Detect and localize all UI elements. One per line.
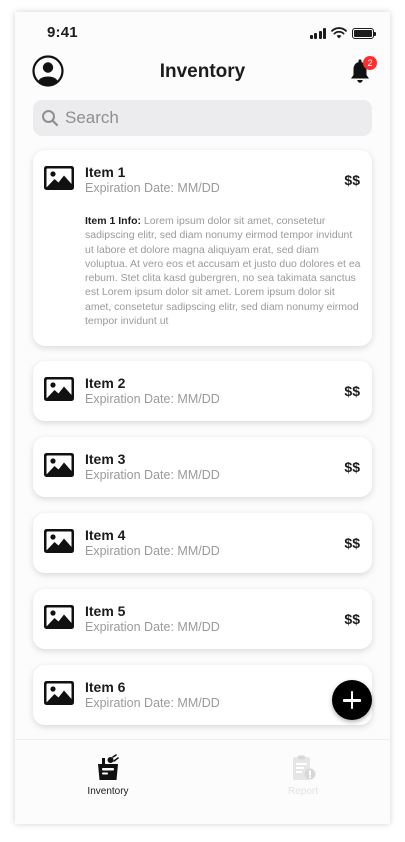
item-info: Item 1 Info: Lorem ipsum dolor sit amet,…: [85, 214, 361, 328]
item-price: $$: [344, 535, 360, 551]
tab-label: Inventory: [87, 786, 129, 797]
list-item-header: Item 4 Expiration Date: MM/DD $$: [33, 513, 372, 573]
image-placeholder-icon: [44, 605, 74, 629]
list-item-header: Item 5 Expiration Date: MM/DD $$: [33, 589, 372, 649]
list-item[interactable]: Item 4 Expiration Date: MM/DD $$: [33, 513, 372, 573]
add-item-button[interactable]: [332, 680, 372, 720]
item-name: Item 1: [85, 164, 126, 180]
search-bar[interactable]: [33, 100, 372, 136]
image-placeholder-icon: [44, 453, 74, 477]
notifications-button[interactable]: 2: [348, 56, 377, 86]
tab-bar: Inventory Report: [15, 739, 390, 824]
cellular-signal-icon: [309, 27, 326, 39]
item-expiration: Expiration Date: MM/DD: [85, 696, 220, 710]
image-placeholder-icon: [44, 529, 74, 553]
tab-inventory[interactable]: Inventory: [68, 754, 148, 797]
list-item-header: Item 6 Expiration Date: MM/DD $$: [33, 665, 372, 725]
nav-bar: Inventory 2: [15, 54, 390, 92]
item-name: Item 6: [85, 679, 126, 695]
item-info-text: Lorem ipsum dolor sit amet, consetetur s…: [85, 215, 361, 328]
report-clipboard-icon: [293, 755, 316, 780]
list-item[interactable]: Item 1 Expiration Date: MM/DD $$ Item 1 …: [33, 150, 372, 346]
item-name: Item 4: [85, 527, 126, 543]
item-name: Item 5: [85, 603, 126, 619]
list-item[interactable]: Item 2 Expiration Date: MM/DD $$: [33, 361, 372, 421]
tab-report[interactable]: Report: [263, 754, 343, 797]
list-item-header: Item 2 Expiration Date: MM/DD $$: [33, 361, 372, 421]
list-item-header: Item 1 Expiration Date: MM/DD $$: [33, 150, 372, 210]
item-expiration: Expiration Date: MM/DD: [85, 620, 220, 634]
list-item[interactable]: Item 3 Expiration Date: MM/DD $$: [33, 437, 372, 497]
status-icons: [309, 27, 376, 39]
wifi-icon: [331, 27, 347, 39]
search-input[interactable]: [65, 108, 355, 128]
item-name: Item 3: [85, 451, 126, 467]
status-bar: 9:41: [15, 12, 390, 56]
phone-screen: 9:41 Inventory 2 Search Item 1 Expiratio…: [15, 12, 390, 824]
image-placeholder-icon: [44, 681, 74, 705]
item-expiration: Expiration Date: MM/DD: [85, 468, 220, 482]
item-expiration: Expiration Date: MM/DD: [85, 181, 220, 195]
item-expiration: Expiration Date: MM/DD: [85, 392, 220, 406]
item-info-label: Item 1 Info:: [85, 215, 142, 227]
item-price: $$: [344, 383, 360, 399]
image-placeholder-icon: [44, 166, 74, 190]
status-time: 9:41: [47, 24, 78, 41]
grocery-bag-icon: [98, 754, 119, 780]
item-expiration: Expiration Date: MM/DD: [85, 544, 220, 558]
list-item-header: Item 3 Expiration Date: MM/DD $$: [33, 437, 372, 497]
tab-label: Report: [287, 786, 318, 797]
list-item[interactable]: Item 6 Expiration Date: MM/DD $$: [33, 665, 372, 725]
notification-badge: 2: [363, 56, 377, 70]
item-name: Item 2: [85, 375, 126, 391]
list-item[interactable]: Item 5 Expiration Date: MM/DD $$: [33, 589, 372, 649]
item-price: $$: [344, 459, 360, 475]
image-placeholder-icon: [44, 377, 74, 401]
item-price: $$: [344, 172, 360, 188]
item-price: $$: [344, 611, 360, 627]
search-icon: [42, 110, 59, 127]
battery-icon: [352, 27, 376, 39]
page-title: Inventory: [159, 61, 246, 82]
